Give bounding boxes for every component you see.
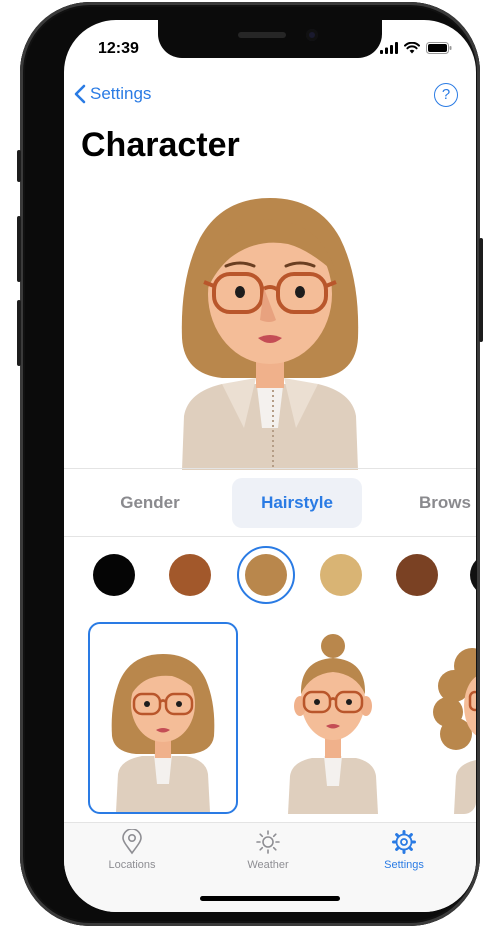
hair-color-swatch[interactable] xyxy=(320,554,362,596)
volume-up-button xyxy=(17,216,21,282)
tab-hairstyle[interactable]: Hairstyle xyxy=(232,478,362,528)
help-button[interactable]: ? xyxy=(434,83,458,107)
hairstyle-option-bun[interactable] xyxy=(256,622,406,814)
tab-bar-label: Locations xyxy=(108,859,156,871)
character-preview xyxy=(160,178,380,470)
volume-down-button xyxy=(17,300,21,366)
notch xyxy=(158,20,382,58)
wifi-icon xyxy=(404,42,420,54)
tab-bar-item-settings[interactable]: Settings xyxy=(354,829,454,871)
battery-icon xyxy=(426,42,452,54)
tab-gender[interactable]: Gender xyxy=(94,478,206,528)
chevron-left-icon xyxy=(74,84,86,104)
divider xyxy=(64,536,476,537)
category-tabs: Gender Hairstyle Brows xyxy=(64,478,476,530)
location-pin-icon xyxy=(122,829,142,855)
hair-color-swatch[interactable] xyxy=(169,554,211,596)
status-icons xyxy=(380,42,452,54)
back-button[interactable]: Settings xyxy=(74,84,151,104)
power-button xyxy=(479,238,483,342)
hairstyle-option-bob[interactable] xyxy=(88,622,238,814)
speaker-grille xyxy=(238,32,286,38)
action-button xyxy=(17,150,21,182)
gear-icon xyxy=(392,830,416,854)
tab-bar-item-weather[interactable]: Weather xyxy=(218,829,318,871)
hair-color-swatch[interactable] xyxy=(470,554,476,596)
page-title: Character xyxy=(81,126,240,164)
front-camera xyxy=(306,29,318,41)
tab-brows[interactable]: Brows xyxy=(400,478,476,528)
hairstyle-option-curly[interactable] xyxy=(424,622,476,814)
divider xyxy=(64,468,476,469)
back-button-label: Settings xyxy=(90,84,152,103)
hair-color-swatch[interactable] xyxy=(93,554,135,596)
tab-bar-label: Settings xyxy=(384,859,424,871)
sun-icon xyxy=(256,830,280,854)
tab-bar-item-locations[interactable]: Locations xyxy=(82,829,182,871)
hair-color-swatch-selected[interactable] xyxy=(245,554,287,596)
phone-frame: 12:39 Settings ? Character Gender Hairst… xyxy=(17,2,483,926)
screen: 12:39 Settings ? Character Gender Hairst… xyxy=(64,20,476,912)
hair-color-swatch[interactable] xyxy=(396,554,438,596)
status-time: 12:39 xyxy=(98,40,139,57)
home-indicator xyxy=(200,896,340,901)
signal-icon xyxy=(380,42,398,54)
tab-bar-label: Weather xyxy=(247,859,289,871)
